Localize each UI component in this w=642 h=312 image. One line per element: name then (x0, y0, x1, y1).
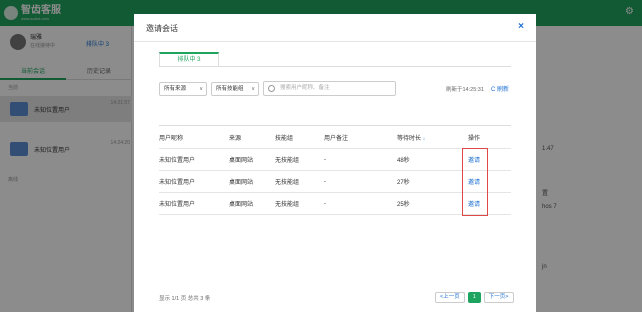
chevron-down-icon: ∨ (199, 86, 203, 92)
tab-divider (159, 66, 511, 67)
cell-source: 桌面网站 (229, 148, 275, 171)
page-1-button[interactable]: 1 (467, 292, 481, 303)
cell-source: 桌面网站 (229, 192, 275, 215)
table-row: 未知位置用户 桌面网站 无技能组 - 25秒 邀请 (159, 192, 511, 215)
cell-source: 桌面网站 (229, 170, 275, 193)
cell-wait: 48秒 (397, 148, 468, 171)
search-icon (268, 85, 275, 92)
col-wait-label: 等待时长 (397, 135, 422, 142)
chevron-down-icon: ∨ (251, 86, 255, 92)
sort-icon[interactable]: ↓ (423, 136, 426, 142)
group-select-value: 所有技能组 (216, 86, 244, 92)
cell-group: 无技能组 (275, 170, 324, 193)
search-input[interactable]: 搜索用户昵称、备注 (263, 81, 396, 96)
cell-group: 无技能组 (275, 148, 324, 171)
col-nickname: 用户昵称 (159, 125, 229, 149)
table-row: 未知位置用户 桌面网站 无技能组 - 27秒 邀请 (159, 170, 511, 193)
cell-nickname: 未知位置用户 (159, 148, 229, 171)
modal-title: 邀请会话 (146, 24, 178, 33)
cell-note: - (324, 192, 397, 215)
queue-table: 用户昵称 来源 技能组 用户备注 等待时长 ↓ 操作 未知位置用户 桌面网站 无… (159, 125, 511, 215)
close-icon[interactable]: × (518, 21, 524, 32)
cell-group: 无技能组 (275, 192, 324, 215)
refresh-time: 刷新于14:25:31 (446, 87, 484, 93)
refresh-button[interactable]: C 刷新 (491, 84, 509, 93)
next-page-button[interactable]: 下一页> (483, 292, 514, 303)
col-note: 用户备注 (324, 125, 397, 149)
modal-header: 邀请会话 × (134, 14, 536, 42)
col-action: 操作 (468, 125, 511, 149)
table-header-row: 用户昵称 来源 技能组 用户备注 等待时长 ↓ 操作 (159, 125, 511, 149)
col-source: 来源 (229, 125, 275, 149)
pagination: <上一页 1 下一页> (435, 292, 514, 304)
search-placeholder: 搜索用户昵称、备注 (280, 85, 330, 91)
table-row: 未知位置用户 桌面网站 无技能组 - 48秒 邀请 (159, 148, 511, 171)
action-highlight-box (462, 148, 488, 216)
cell-note: - (324, 170, 397, 193)
source-select-value: 所有来源 (164, 86, 187, 92)
cell-wait: 25秒 (397, 192, 468, 215)
pagination-info: 显示 1/1 页 总共 3 条 (159, 296, 211, 302)
cell-nickname: 未知位置用户 (159, 170, 229, 193)
col-group: 技能组 (275, 125, 324, 149)
cell-nickname: 未知位置用户 (159, 192, 229, 215)
cell-wait: 27秒 (397, 170, 468, 193)
source-select[interactable]: 所有来源 ∨ (159, 82, 207, 96)
tab-queue[interactable]: 排队中 3 (159, 52, 219, 67)
group-select[interactable]: 所有技能组 ∨ (211, 82, 259, 96)
cell-note: - (324, 148, 397, 171)
prev-page-button[interactable]: <上一页 (435, 292, 465, 303)
col-wait-time[interactable]: 等待时长 ↓ (397, 125, 468, 149)
